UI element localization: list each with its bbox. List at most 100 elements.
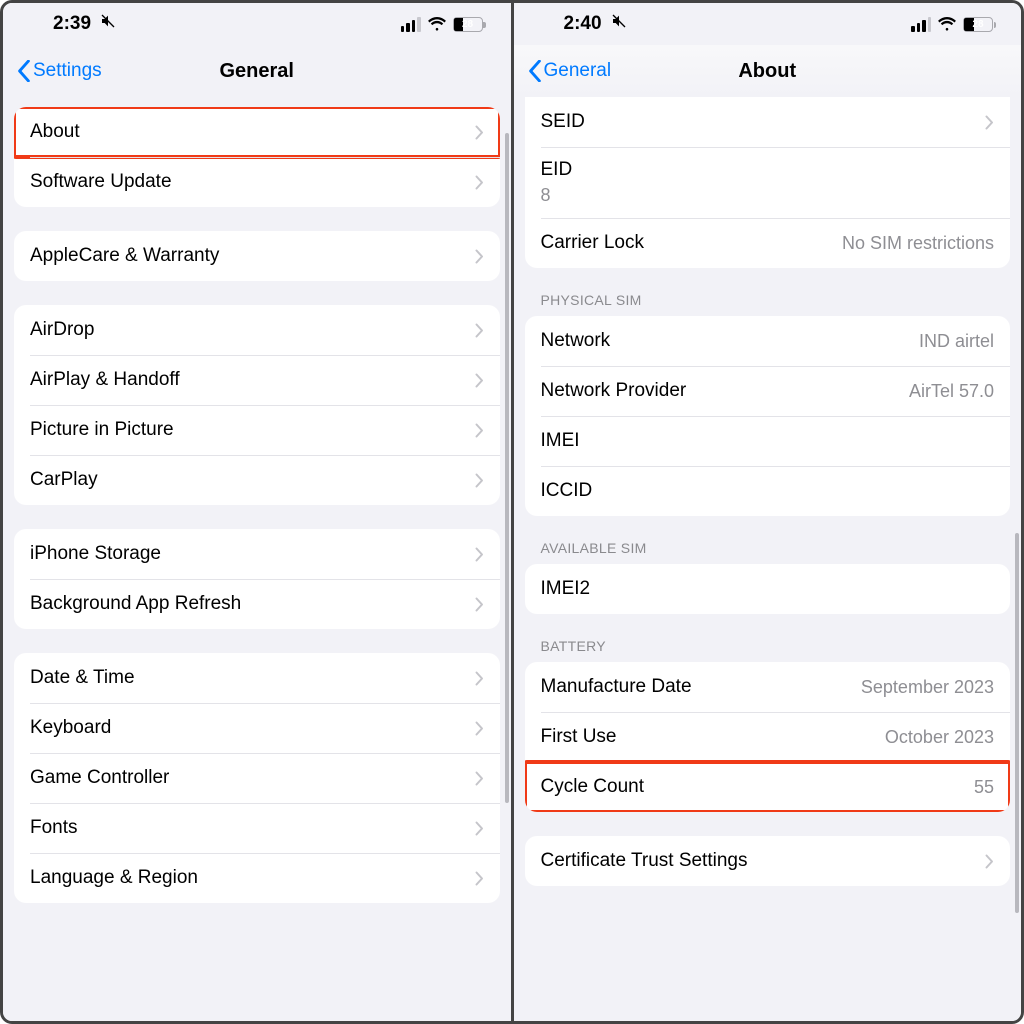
back-label: General — [544, 60, 612, 82]
row-cycle-count[interactable]: Cycle Count 55 — [525, 762, 1011, 812]
row-label: About — [30, 121, 80, 143]
row-carrier-lock[interactable]: Carrier Lock No SIM restrictions — [525, 218, 1011, 268]
row-label: AppleCare & Warranty — [30, 245, 219, 267]
comparison-container: 2:39 28 Settings General — [0, 0, 1024, 1024]
chevron-right-icon — [475, 547, 484, 562]
chevron-right-icon — [475, 821, 484, 836]
row-value: September 2023 — [712, 677, 994, 698]
row-eid[interactable]: EID8 — [525, 147, 1011, 218]
row-carplay[interactable]: CarPlay — [14, 455, 500, 505]
pane-general-settings: 2:39 28 Settings General — [3, 3, 511, 1021]
chevron-right-icon — [475, 323, 484, 338]
row-first-use[interactable]: First Use October 2023 — [525, 712, 1011, 762]
row-label: Network — [541, 330, 611, 352]
row-network[interactable]: Network IND airtel — [525, 316, 1011, 366]
row-label: Fonts — [30, 817, 78, 839]
row-label: Background App Refresh — [30, 593, 241, 615]
section-header-battery: BATTERY — [525, 614, 1011, 660]
settings-group: AirDrop AirPlay & Handoff Picture in Pictu… — [14, 305, 500, 505]
chevron-right-icon — [985, 115, 994, 130]
chevron-right-icon — [475, 671, 484, 686]
about-group: Manufacture Date September 2023 First Use O… — [525, 662, 1011, 812]
settings-group: About Software Update — [14, 107, 500, 207]
battery-icon: 28 — [453, 17, 483, 32]
row-airplay-handoff[interactable]: AirPlay & Handoff — [14, 355, 500, 405]
row-certificate-trust-settings[interactable]: Certificate Trust Settings — [525, 836, 1011, 886]
status-right: 28 — [401, 17, 483, 32]
chevron-right-icon — [475, 473, 484, 488]
row-language-region[interactable]: Language & Region — [14, 853, 500, 903]
status-time: 2:40 — [564, 13, 627, 35]
row-label: Picture in Picture — [30, 419, 174, 441]
mute-icon — [611, 13, 627, 29]
row-label: Manufacture Date — [541, 676, 692, 698]
about-list[interactable]: SEID EID8 Carrier Lock No SIM restrictions… — [514, 97, 1022, 1021]
row-imei2[interactable]: IMEI2 — [525, 564, 1011, 614]
row-manufacture-date[interactable]: Manufacture Date September 2023 — [525, 662, 1011, 712]
row-label: ICCID — [541, 480, 593, 502]
row-seid[interactable]: SEID — [525, 97, 1011, 147]
row-software-update[interactable]: Software Update — [14, 157, 500, 207]
row-value: 8 — [541, 185, 995, 206]
row-iphone-storage[interactable]: iPhone Storage — [14, 529, 500, 579]
row-label: Certificate Trust Settings — [541, 850, 748, 872]
chevron-right-icon — [475, 249, 484, 264]
wifi-icon — [937, 17, 957, 31]
row-about[interactable]: About — [14, 107, 500, 157]
chevron-right-icon — [475, 597, 484, 612]
status-right: 28 — [911, 17, 993, 32]
row-label: Keyboard — [30, 717, 111, 739]
row-game-controller[interactable]: Game Controller — [14, 753, 500, 803]
row-label: iPhone Storage — [30, 543, 161, 565]
row-value: IND airtel — [630, 331, 994, 352]
row-date-time[interactable]: Date & Time — [14, 653, 500, 703]
chevron-right-icon — [475, 175, 484, 190]
row-label: First Use — [541, 726, 617, 748]
chevron-right-icon — [475, 721, 484, 736]
row-label: Cycle Count — [541, 776, 645, 798]
pane-about: 2:40 28 General About — [514, 3, 1022, 1021]
row-label: Carrier Lock — [541, 232, 644, 254]
wifi-icon — [427, 17, 447, 31]
settings-list[interactable]: About Software Update AppleCare & Warranty… — [3, 97, 511, 1021]
back-button[interactable]: Settings — [17, 60, 102, 82]
chevron-right-icon — [985, 854, 994, 869]
mute-icon — [100, 13, 116, 29]
row-value: October 2023 — [637, 727, 995, 748]
scrollbar[interactable] — [1015, 533, 1019, 913]
row-iccid[interactable]: ICCID — [525, 466, 1011, 516]
row-label: IMEI2 — [541, 578, 591, 600]
row-fonts[interactable]: Fonts — [14, 803, 500, 853]
row-label: AirPlay & Handoff — [30, 369, 180, 391]
chevron-right-icon — [475, 125, 484, 140]
cellular-signal-icon — [911, 17, 931, 32]
row-value: AirTel 57.0 — [706, 381, 994, 402]
settings-group: Date & Time Keyboard Game Controller Fonts L… — [14, 653, 500, 903]
row-label: Network Provider — [541, 380, 687, 402]
row-applecare-warranty[interactable]: AppleCare & Warranty — [14, 231, 500, 281]
status-time: 2:39 — [53, 13, 116, 35]
row-background-app-refresh[interactable]: Background App Refresh — [14, 579, 500, 629]
chevron-right-icon — [475, 771, 484, 786]
row-value: No SIM restrictions — [664, 233, 994, 254]
status-bar: 2:40 28 — [514, 3, 1022, 45]
row-picture-in-picture[interactable]: Picture in Picture — [14, 405, 500, 455]
row-imei[interactable]: IMEI — [525, 416, 1011, 466]
scrollbar[interactable] — [505, 133, 509, 803]
about-group: SEID EID8 Carrier Lock No SIM restrictions — [525, 97, 1011, 268]
chevron-right-icon — [475, 373, 484, 388]
row-label: Language & Region — [30, 867, 198, 889]
nav-bar: Settings General — [3, 45, 511, 97]
about-group: Network IND airtel Network Provider AirTel … — [525, 316, 1011, 516]
cellular-signal-icon — [401, 17, 421, 32]
row-network-provider[interactable]: Network Provider AirTel 57.0 — [525, 366, 1011, 416]
row-label: Date & Time — [30, 667, 135, 689]
about-group: IMEI2 — [525, 564, 1011, 614]
row-label: AirDrop — [30, 319, 94, 341]
row-airdrop[interactable]: AirDrop — [14, 305, 500, 355]
row-keyboard[interactable]: Keyboard — [14, 703, 500, 753]
row-value: 55 — [664, 777, 994, 798]
row-label: SEID — [541, 111, 585, 133]
battery-icon: 28 — [963, 17, 993, 32]
back-button[interactable]: General — [528, 60, 612, 82]
